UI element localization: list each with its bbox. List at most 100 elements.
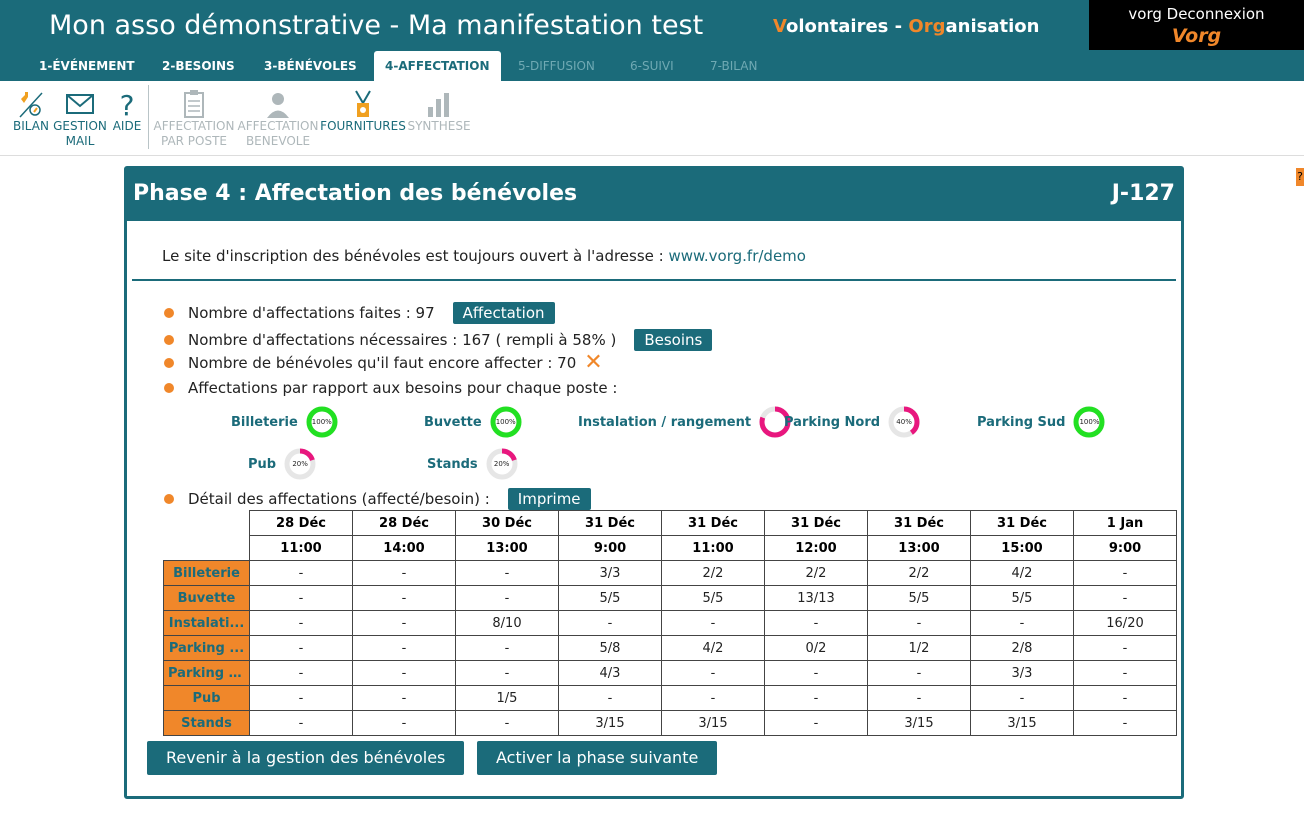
app-header: Mon asso démonstrative - Ma manifestatio…: [0, 0, 1304, 81]
column-date: 28 Déc: [249, 510, 353, 536]
table-cell: 2/2: [661, 560, 765, 586]
row-poste-name[interactable]: Buvette: [163, 585, 250, 611]
table-cell: -: [352, 610, 456, 636]
table-cell: 3/15: [970, 710, 1074, 736]
bullet: [164, 308, 174, 318]
poste-name: Billeterie: [231, 414, 298, 430]
user-box: vorg Deconnexion Vorg: [1089, 0, 1304, 50]
table-row: Parking S... - - -4/3- - -3/3-: [163, 660, 1177, 686]
table-cell: -: [970, 610, 1074, 636]
table-cell: 5/5: [970, 585, 1074, 611]
table-cell: -: [558, 685, 662, 711]
row-poste-name[interactable]: Pub: [163, 685, 250, 711]
svg-text:?: ?: [120, 89, 135, 119]
column-time: 14:00: [352, 535, 456, 561]
table-cell: -: [455, 585, 559, 611]
column-date: 31 Déc: [867, 510, 971, 536]
table-cell: -: [764, 610, 868, 636]
table-cell: -: [249, 660, 353, 686]
tab-1-v-nement[interactable]: 1-ÉVÉNEMENT: [39, 51, 135, 81]
row-poste-name[interactable]: Billeterie: [163, 560, 250, 586]
poste-item: Billeterie 100%: [231, 406, 338, 438]
donut-label: 20%: [292, 460, 308, 468]
site-info-text: Le site d'inscription des bénévoles est …: [162, 247, 669, 265]
column-date: 31 Déc: [970, 510, 1074, 536]
table-cell: 3/15: [661, 710, 765, 736]
table-cell: 2/8: [970, 635, 1074, 661]
row-poste-name[interactable]: Instalati...: [163, 610, 250, 636]
table-cell: -: [249, 710, 353, 736]
table-cell: 4/3: [558, 660, 662, 686]
tab-6-suivi[interactable]: 6-SUIVI: [630, 51, 674, 81]
table-cell: -: [352, 685, 456, 711]
besoins-button[interactable]: Besoins: [634, 329, 713, 351]
brand-tagline: Volontaires - Organisation: [773, 16, 1039, 37]
table-cell: -: [249, 685, 353, 711]
bullet: [164, 335, 174, 345]
poste-donut: 100%: [306, 406, 338, 438]
table-cell: 5/5: [661, 585, 765, 611]
stat-per-poste-text: Affectations par rapport aux besoins pou…: [188, 379, 618, 397]
table-cell: 8/10: [455, 610, 559, 636]
table-cell: -: [352, 585, 456, 611]
toolbar-clipboard-button[interactable]: AFFECTATION PAR POSTE: [149, 87, 239, 149]
toolbar-person-button[interactable]: AFFECTATION BENEVOLE: [233, 87, 323, 149]
tab-5-diffusion[interactable]: 5-DIFFUSION: [518, 51, 595, 81]
poste-donut: 100%: [490, 406, 522, 438]
site-info: Le site d'inscription des bénévoles est …: [162, 247, 806, 265]
tab-3-b-n-voles[interactable]: 3-BÉNÉVOLES: [264, 51, 357, 81]
print-button[interactable]: Imprime: [507, 488, 591, 510]
back-button[interactable]: Revenir à la gestion des bénévoles: [147, 741, 465, 775]
table-cell: -: [558, 610, 662, 636]
row-poste-name[interactable]: Parking S...: [163, 660, 250, 686]
column-time: 15:00: [970, 535, 1074, 561]
table-cell: 1/5: [455, 685, 559, 711]
table-corner: [164, 536, 250, 561]
table-cell: 1/2: [867, 635, 971, 661]
table-cell: -: [764, 685, 868, 711]
table-cell: 3/15: [867, 710, 971, 736]
poste-donut: 40%: [888, 406, 920, 438]
table-cell: -: [661, 610, 765, 636]
poste-name: Instalation / rangement: [578, 414, 752, 430]
poste-item: Parking Sud 100%: [977, 406, 1105, 438]
table-cell: -: [249, 560, 353, 586]
column-time: 13:00: [867, 535, 971, 561]
table-cell: -: [352, 710, 456, 736]
help-chip[interactable]: ?: [1296, 168, 1304, 186]
tab-7-bilan[interactable]: 7-BILAN: [710, 51, 757, 81]
donut-label: 100%: [311, 418, 332, 426]
site-link[interactable]: www.vorg.fr/demo: [668, 247, 805, 265]
vorg-logo: Vorg: [1171, 25, 1222, 47]
table-row: Billeterie - - -3/3 2/2 2/2 2/2 4/2-: [163, 560, 1177, 586]
poste-name: Parking Sud: [977, 414, 1066, 430]
poste-item: Stands 20%: [427, 448, 518, 480]
table-cell: -: [661, 660, 765, 686]
row-poste-name[interactable]: Parking ...: [163, 635, 250, 661]
table-cell: 16/20: [1073, 610, 1177, 636]
table-cell: -: [249, 585, 353, 611]
table-cell: 3/3: [970, 660, 1074, 686]
bullet: [164, 358, 174, 368]
column-date: 28 Déc: [352, 510, 456, 536]
tab-4-affectation[interactable]: 4-AFFECTATION: [374, 51, 501, 81]
table-cell: 4/2: [970, 560, 1074, 586]
poste-item: Parking Nord 40%: [784, 406, 920, 438]
table-cell: 3/15: [558, 710, 662, 736]
table-cell: 13/13: [764, 585, 868, 611]
toolbar-label: AFFECTATION PAR POSTE: [153, 119, 235, 148]
poste-name: Stands: [427, 456, 478, 472]
close-icon[interactable]: ✕: [584, 352, 602, 374]
column-time: 11:00: [661, 535, 765, 561]
next-phase-button[interactable]: Activer la phase suivante: [477, 741, 718, 775]
tab-2-besoins[interactable]: 2-BESOINS: [162, 51, 235, 81]
bar-chart-icon: [394, 87, 484, 119]
person-icon: [233, 87, 323, 119]
logout-link[interactable]: vorg Deconnexion: [1089, 5, 1304, 23]
toolbar-bar-chart-button[interactable]: SYNTHESE: [394, 87, 484, 134]
table-cell: -: [867, 610, 971, 636]
column-date: 1 Jan: [1073, 510, 1177, 536]
column-date: 31 Déc: [558, 510, 662, 536]
affectation-button[interactable]: Affectation: [452, 302, 555, 324]
row-poste-name[interactable]: Stands: [163, 710, 250, 736]
